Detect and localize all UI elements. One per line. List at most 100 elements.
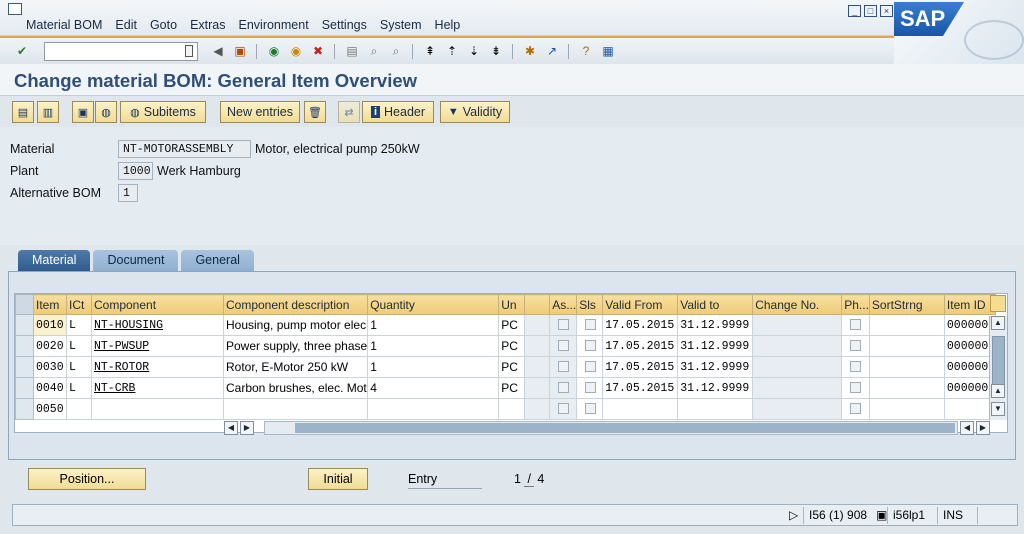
col-blank[interactable] [524,294,551,315]
layout-icon[interactable]: ▦ [600,43,616,59]
sortstring-cell[interactable] [868,335,945,357]
table-settings-icon[interactable] [990,295,1006,312]
description-cell[interactable]: Carbon brushes, elec. Mot [222,377,369,399]
component-cell[interactable]: NT-CRB [91,377,224,399]
command-history-icon[interactable] [185,45,193,57]
col-component-description[interactable]: Component description [222,294,369,315]
component-link[interactable]: NT-PWSUP [94,340,149,353]
menu-goto[interactable]: Goto [150,18,177,32]
horizontal-scroll-track[interactable] [264,421,958,435]
quantity-cell[interactable] [367,398,500,420]
assembly-checkbox[interactable] [558,318,570,330]
ict-cell[interactable]: L [66,335,92,357]
row-selector[interactable] [15,314,34,336]
close-window-icon[interactable]: × [880,5,893,17]
sales-checkbox[interactable] [585,318,597,330]
tab-material[interactable]: Material [18,250,91,271]
scroll-right-icon[interactable]: ◀ [960,421,974,435]
plant-field[interactable]: 1000 [118,162,153,180]
row-selector[interactable] [15,398,34,420]
item-overview-button[interactable]: ▤ [12,101,34,123]
find-next-icon[interactable]: ⌕ [388,43,404,59]
status-session[interactable]: I56 (1) 908 [803,507,881,524]
ict-cell[interactable]: L [66,377,92,399]
component-link[interactable]: NT-HOUSING [94,319,163,332]
ict-cell[interactable] [66,398,92,420]
save-icon[interactable]: ▣ [232,43,248,59]
menu-help[interactable]: Help [435,18,461,32]
menu-material-bom[interactable]: Material BOM [26,18,102,32]
item-cell[interactable]: 0010 [33,314,67,336]
unit-cell[interactable]: PC [498,356,526,378]
scroll-far-right-icon[interactable]: ▶ [976,421,990,435]
last-page-icon[interactable]: ⇟ [488,43,504,59]
select-all-header[interactable] [15,294,34,315]
altbom-field[interactable]: 1 [118,184,138,202]
initial-button[interactable]: Initial [308,468,368,490]
description-cell[interactable]: Power supply, three phase [222,335,369,357]
menu-settings[interactable]: Settings [322,18,367,32]
component-link[interactable]: NT-CRB [94,382,135,395]
status-session-icon[interactable]: ▣ [871,507,887,524]
tab-document[interactable]: Document [93,250,179,271]
create-session-icon[interactable]: ✱ [522,43,538,59]
menu-environment[interactable]: Environment [239,18,309,32]
menu-extras[interactable]: Extras [190,18,225,32]
col-valid-to[interactable]: Valid to [677,294,754,315]
phantom-checkbox[interactable] [850,360,862,372]
quantity-cell[interactable]: 4 [367,377,500,399]
minimize-icon[interactable]: _ [848,5,861,17]
quantity-cell[interactable]: 1 [367,314,500,336]
sortstring-cell[interactable] [868,314,945,336]
back-icon[interactable]: ◉ [266,43,282,59]
components-button[interactable]: ▣ [72,101,94,123]
col-item-id[interactable]: Item ID [943,294,997,315]
scroll-up-icon[interactable]: ▲ [991,316,1005,330]
sales-checkbox[interactable] [585,402,597,414]
col-item[interactable]: Item [33,294,67,315]
horizontal-scroll-thumb[interactable] [295,423,955,433]
col-unit[interactable]: Un [498,294,526,315]
unit-cell[interactable] [498,398,526,420]
sales-checkbox[interactable] [585,381,597,393]
maximize-icon[interactable]: □ [864,5,877,17]
row-selector[interactable] [15,356,34,378]
component-cell[interactable] [91,398,224,420]
cancel-icon[interactable]: ✖ [310,43,326,59]
description-cell[interactable] [222,398,369,420]
description-cell[interactable]: Housing, pump motor elec [222,314,369,336]
position-button[interactable]: Position... [28,468,146,490]
system-menu-icon[interactable] [8,3,22,15]
component-cell[interactable]: NT-PWSUP [91,335,224,357]
tab-general[interactable]: General [181,250,254,271]
shortcut-icon[interactable]: ↗ [544,43,560,59]
unit-cell[interactable]: PC [498,377,526,399]
scroll-left-icon[interactable]: ▶ [240,421,254,435]
documents-button[interactable]: ◍ [95,101,117,123]
phantom-checkbox[interactable] [850,381,862,393]
row-selector[interactable] [15,377,34,399]
validity-button[interactable]: ▼ Validity [440,101,510,123]
item-detail-button[interactable]: ▥ [37,101,59,123]
status-expand-icon[interactable]: ▷ [789,507,803,524]
menu-system[interactable]: System [380,18,422,32]
vertical-scrollbar[interactable]: ▲ ▲ ▼ [989,316,1007,420]
header-button[interactable]: i Header [362,101,434,123]
triangle-left-icon[interactable]: ◀ [210,43,226,59]
material-field[interactable]: NT-MOTORASSEMBLY [118,140,251,158]
row-selector[interactable] [15,335,34,357]
item-cell[interactable]: 0020 [33,335,67,357]
item-cell[interactable]: 0050 [33,398,67,420]
scroll-far-left-icon[interactable]: ◀ [224,421,238,435]
ict-cell[interactable]: L [66,314,92,336]
description-cell[interactable]: Rotor, E-Motor 250 kW [222,356,369,378]
new-entries-button[interactable]: New entries [220,101,300,123]
col-assembly[interactable]: As... [549,294,578,315]
col-phantom[interactable]: Ph... [841,294,870,315]
find-icon[interactable]: ⌕ [366,43,382,59]
subitems-button[interactable]: ◍ Subitems [120,101,206,123]
unit-cell[interactable]: PC [498,314,526,336]
item-cell[interactable]: 0040 [33,377,67,399]
assembly-checkbox[interactable] [558,402,570,414]
col-component[interactable]: Component [91,294,224,315]
